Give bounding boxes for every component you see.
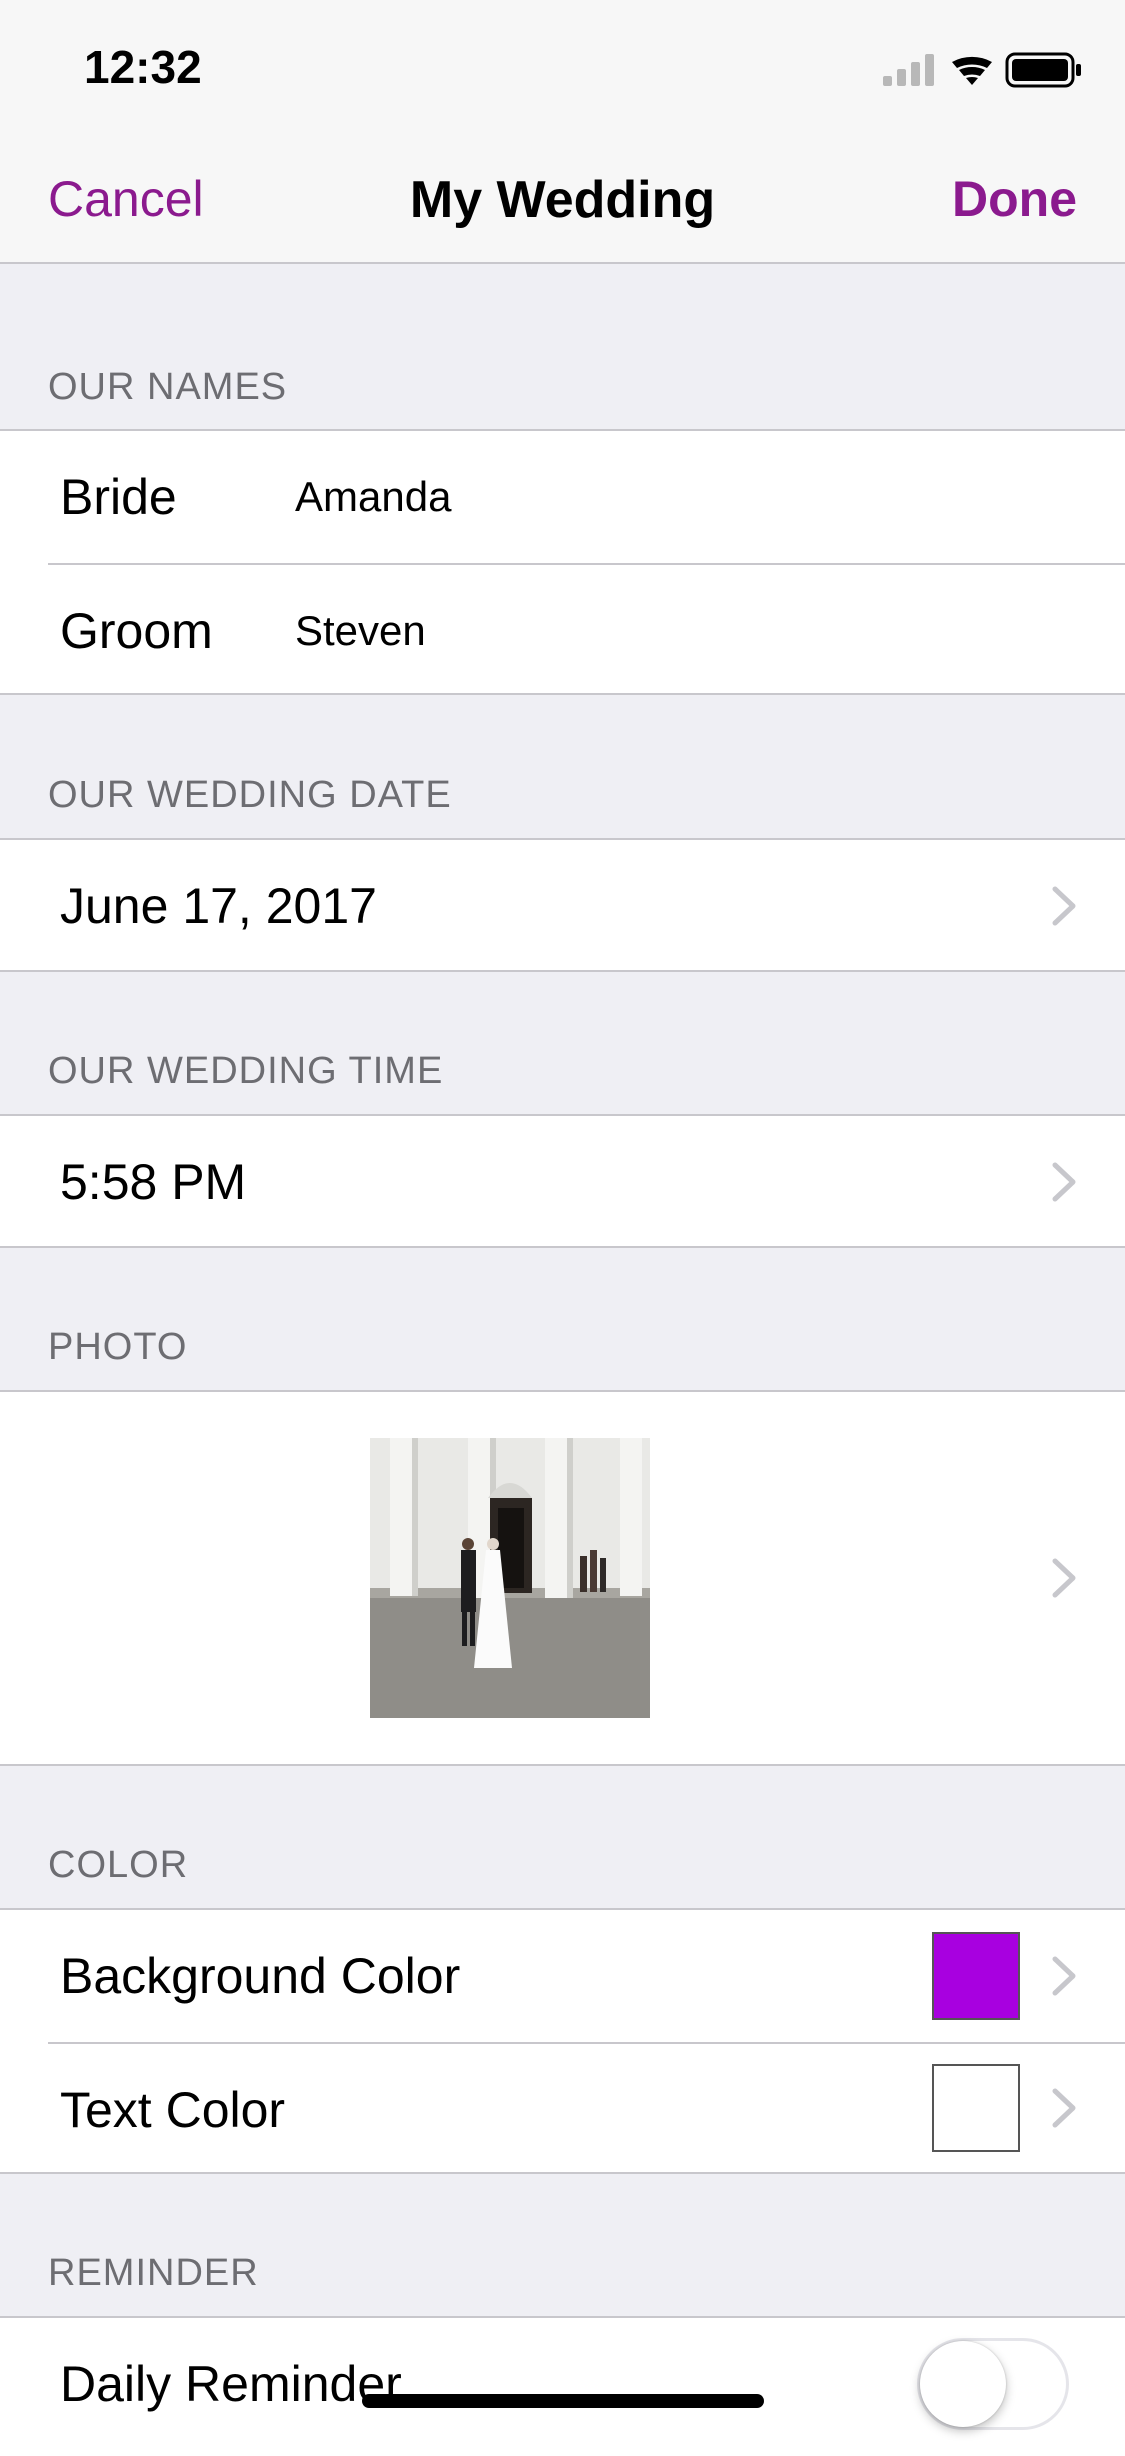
- daily-reminder-toggle[interactable]: [917, 2338, 1069, 2430]
- daily-reminder-label: Daily Reminder: [60, 2356, 402, 2412]
- toggle-knob: [920, 2341, 1006, 2427]
- status-icons: [883, 52, 1081, 88]
- photo-row[interactable]: [0, 1392, 1125, 1764]
- text-color-swatch: [932, 2064, 1020, 2152]
- photo-group: [0, 1390, 1125, 1766]
- date-value: June 17, 2017: [60, 878, 377, 934]
- groom-label: Groom: [60, 603, 213, 659]
- chevron-right-icon: [1052, 1162, 1076, 1202]
- wedding-photo: [370, 1438, 650, 1718]
- names-group: Bride Amanda Groom Steven: [0, 429, 1125, 695]
- section-header-date: OUR WEDDING DATE: [48, 774, 452, 816]
- text-color-label: Text Color: [60, 2082, 286, 2138]
- navigation-bar: Cancel My Wedding Done: [0, 132, 1125, 264]
- bride-row[interactable]: Bride Amanda: [0, 431, 1125, 563]
- status-time: 12:32: [84, 41, 202, 93]
- time-value: 5:58 PM: [60, 1154, 247, 1210]
- time-row[interactable]: 5:58 PM: [0, 1116, 1125, 1248]
- section-header-reminder: REMINDER: [48, 2252, 259, 2294]
- groom-field[interactable]: Steven: [295, 565, 426, 697]
- wifi-icon: [952, 56, 992, 85]
- color-group: Background Color Text Color: [0, 1908, 1125, 2174]
- groom-row[interactable]: Groom Steven: [0, 565, 1125, 697]
- section-header-photo: PHOTO: [48, 1326, 188, 1368]
- chevron-right-icon: [1052, 2088, 1076, 2128]
- bride-field[interactable]: Amanda: [295, 431, 451, 563]
- daily-reminder-row: Daily Reminder: [0, 2318, 1125, 2450]
- background-color-row[interactable]: Background Color: [0, 1910, 1125, 2042]
- section-header-color: COLOR: [48, 1844, 189, 1886]
- bride-label: Bride: [60, 469, 177, 525]
- section-header-time: OUR WEDDING TIME: [48, 1050, 444, 1092]
- reminder-group: Daily Reminder: [0, 2316, 1125, 2456]
- background-color-swatch: [932, 1932, 1020, 2020]
- chevron-right-icon: [1052, 1956, 1076, 1996]
- section-header-names: OUR NAMES: [48, 366, 288, 408]
- time-group: 5:58 PM: [0, 1114, 1125, 1248]
- cellular-signal-icon: [883, 54, 934, 86]
- chevron-right-icon: [1052, 1558, 1076, 1598]
- date-row[interactable]: June 17, 2017: [0, 840, 1125, 972]
- date-group: June 17, 2017: [0, 838, 1125, 972]
- chevron-right-icon: [1052, 886, 1076, 926]
- background-color-label: Background Color: [60, 1948, 461, 2004]
- status-bar: 12:32: [0, 0, 1125, 132]
- battery-icon: [1005, 52, 1081, 88]
- done-button[interactable]: Done: [952, 170, 1077, 228]
- home-indicator: [362, 2394, 764, 2408]
- text-color-row[interactable]: Text Color: [0, 2044, 1125, 2176]
